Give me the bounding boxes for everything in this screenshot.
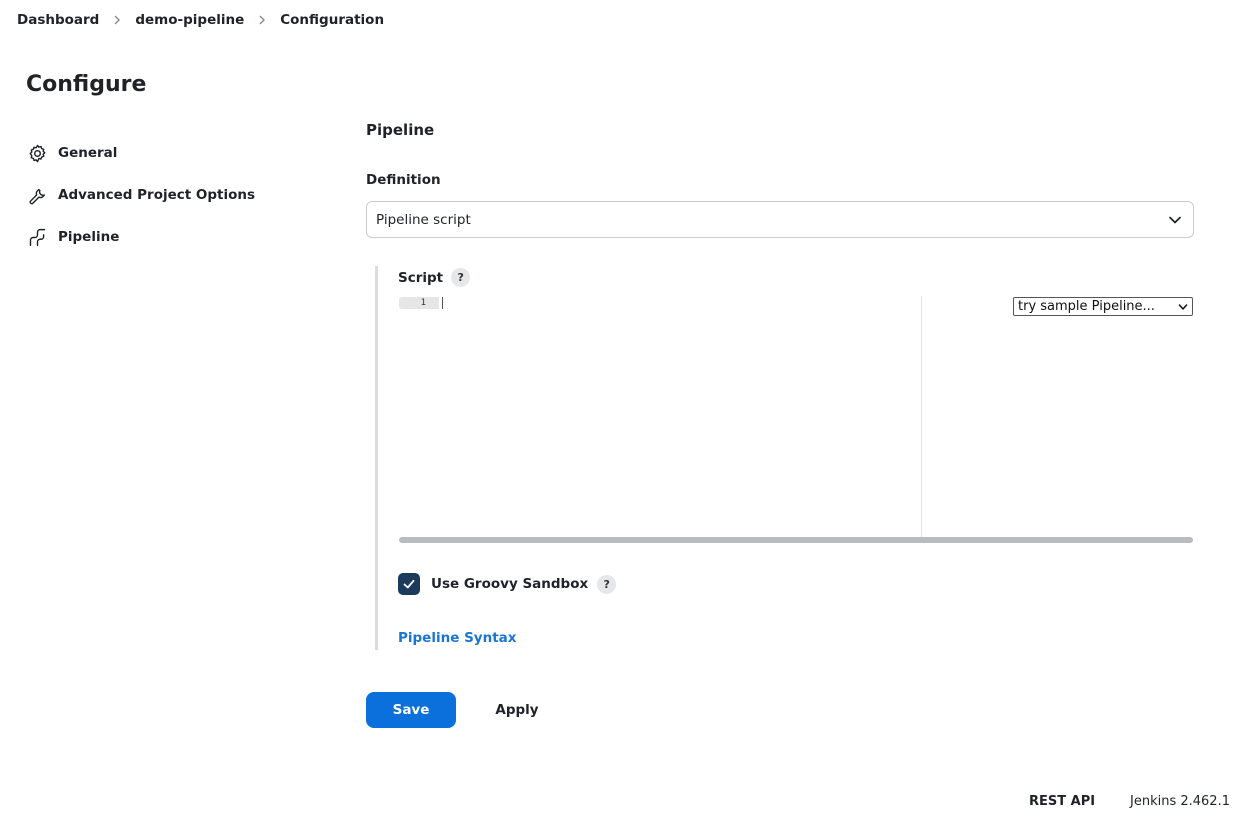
pipeline-syntax-link[interactable]: Pipeline Syntax xyxy=(398,630,516,646)
save-button[interactable]: Save xyxy=(366,692,456,728)
breadcrumb: Dashboard demo-pipeline Configuration xyxy=(17,11,384,29)
sidebar: General Advanced Project Options Pipelin… xyxy=(26,141,326,267)
definition-select-value: Pipeline script xyxy=(376,211,471,228)
help-icon[interactable]: ? xyxy=(597,574,617,594)
sidebar-item-pipeline[interactable]: Pipeline xyxy=(26,225,326,249)
sample-pipeline-select[interactable]: try sample Pipeline... xyxy=(1013,297,1193,316)
editor-scrollbar[interactable] xyxy=(399,537,1193,543)
sidebar-item-label: Pipeline xyxy=(58,229,120,245)
checkmark-icon xyxy=(403,579,415,589)
script-editor[interactable]: 1 xyxy=(398,296,1193,544)
groovy-sandbox-row: Use Groovy Sandbox ? xyxy=(398,573,617,595)
section-title: Pipeline xyxy=(366,121,435,139)
groovy-sandbox-checkbox[interactable] xyxy=(398,573,420,595)
script-label-text: Script xyxy=(398,269,444,286)
sample-pipeline-select-value: try sample Pipeline... xyxy=(1018,299,1155,314)
breadcrumb-demo-pipeline[interactable]: demo-pipeline xyxy=(135,12,244,28)
gear-icon xyxy=(26,142,48,164)
definition-select[interactable]: Pipeline script xyxy=(366,201,1194,238)
rest-api-link[interactable]: REST API xyxy=(1029,794,1095,809)
sidebar-item-label: Advanced Project Options xyxy=(58,187,256,203)
nested-section-bar xyxy=(375,266,378,650)
chevron-down-icon xyxy=(1169,216,1181,224)
sidebar-item-advanced-project-options[interactable]: Advanced Project Options xyxy=(26,183,326,207)
groovy-sandbox-label[interactable]: Use Groovy Sandbox xyxy=(431,576,588,592)
chevron-right-icon xyxy=(99,11,135,29)
line-number: 1 xyxy=(399,297,439,309)
chevron-down-icon xyxy=(1178,304,1188,310)
chevron-right-icon xyxy=(244,11,280,29)
editor-divider xyxy=(921,296,922,540)
breadcrumb-dashboard[interactable]: Dashboard xyxy=(17,12,99,28)
apply-button[interactable]: Apply xyxy=(478,692,556,728)
wrench-icon xyxy=(26,184,48,206)
jenkins-version-link[interactable]: Jenkins 2.462.1 xyxy=(1130,794,1230,809)
text-cursor xyxy=(442,297,443,309)
definition-label: Definition xyxy=(366,172,441,188)
page-title: Configure xyxy=(26,72,147,97)
breadcrumb-configuration[interactable]: Configuration xyxy=(280,12,384,28)
script-label: Script ? xyxy=(398,268,471,287)
help-icon[interactable]: ? xyxy=(451,268,471,287)
pipeline-icon xyxy=(26,226,48,248)
sidebar-item-label: General xyxy=(58,145,118,161)
sidebar-item-general[interactable]: General xyxy=(26,141,326,165)
